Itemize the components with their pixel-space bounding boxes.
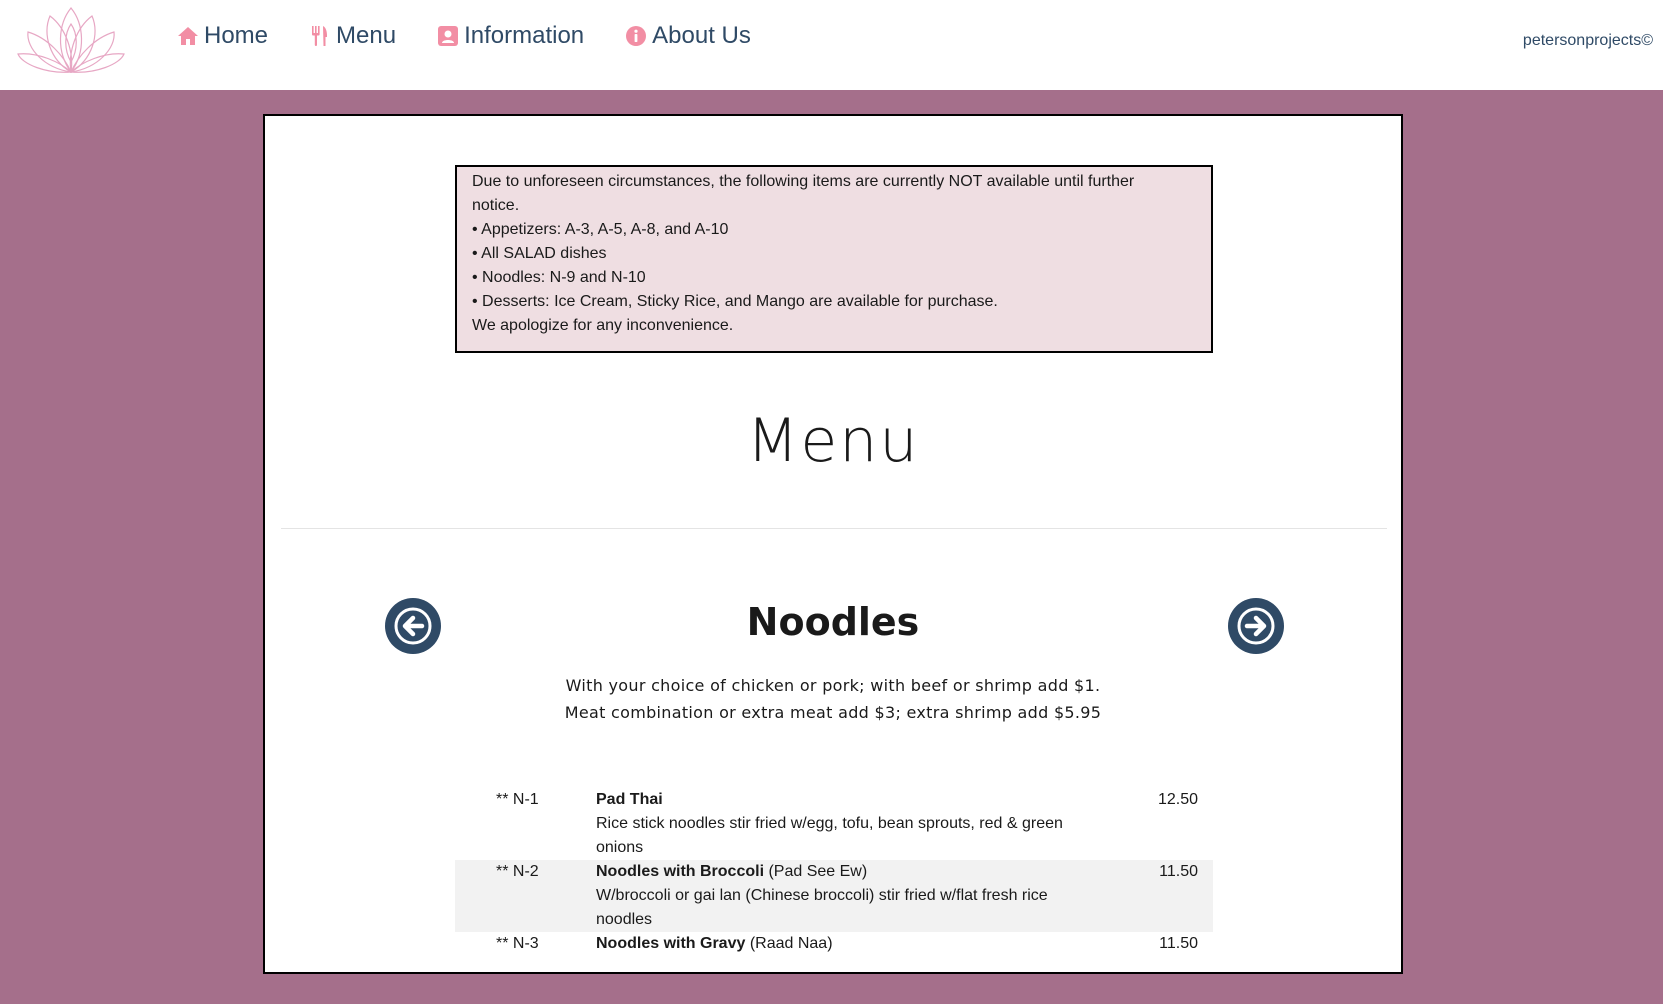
- item-body: Noodles with Gravy (Raad Naa): [596, 932, 1066, 956]
- notice-line: • Appetizers: A-3, A-5, A-8, and A-10: [472, 221, 729, 238]
- item-name: Noodles with Broccoli: [596, 863, 765, 880]
- contact-card-icon: [436, 24, 460, 48]
- item-price: 11.50: [1159, 863, 1198, 880]
- nav-home[interactable]: Home: [176, 22, 268, 50]
- nav-menu-label: Menu: [336, 22, 397, 49]
- item-alt-name: (Raad Naa): [749, 935, 833, 952]
- item-name: Pad Thai: [596, 791, 663, 808]
- brand-link[interactable]: petersonprojects©: [1523, 32, 1653, 50]
- item-body: Pad Thai Rice stick noodles stir fried w…: [596, 788, 1066, 860]
- nav-about[interactable]: About Us: [624, 22, 751, 50]
- fork-knife-icon: [308, 24, 332, 48]
- arrow-right-icon: [1237, 607, 1275, 645]
- top-navbar: Home Menu Information About Us petersonp…: [0, 0, 1663, 90]
- item-price: 11.50: [1159, 935, 1198, 952]
- content-panel: Due to unforeseen circumstances, the fol…: [263, 114, 1403, 974]
- item-description: Rice stick noodles stir fried w/egg, tof…: [596, 815, 1063, 856]
- main-nav: Home Menu Information About Us: [176, 22, 791, 50]
- item-code: ** N-2: [496, 863, 539, 880]
- nav-menu[interactable]: Menu: [308, 22, 396, 50]
- nav-information[interactable]: Information: [436, 22, 584, 50]
- notice-line: • Noodles: N-9 and N-10: [472, 269, 646, 286]
- section-desc-line: Meat combination or extra meat add $3; e…: [564, 703, 1102, 722]
- notice-line: • All SALAD dishes: [472, 245, 607, 262]
- list-item: ** N-2 Noodles with Broccoli (Pad See Ew…: [455, 860, 1213, 932]
- item-code: ** N-1: [496, 791, 539, 808]
- notice-line: Due to unforeseen circumstances, the fol…: [472, 173, 1135, 190]
- menu-item-list: ** N-1 Pad Thai Rice stick noodles stir …: [455, 788, 1213, 1004]
- item-body: Noodles with Broccoli (Pad See Ew) W/bro…: [596, 860, 1066, 932]
- notice-line: • Desserts: Ice Cream, Sticky Rice, and …: [472, 293, 998, 310]
- list-item: ** N-1 Pad Thai Rice stick noodles stir …: [455, 788, 1213, 860]
- item-price: 12.50: [1157, 791, 1198, 808]
- availability-notice: Due to unforeseen circumstances, the fol…: [455, 165, 1213, 353]
- home-icon: [176, 24, 200, 48]
- divider: [281, 528, 1387, 529]
- section-description: With your choice of chicken or pork; wit…: [265, 672, 1401, 726]
- section-desc-line: With your choice of chicken or pork; wit…: [565, 676, 1101, 695]
- nav-home-label: Home: [204, 22, 269, 49]
- nav-about-label: About Us: [652, 22, 751, 49]
- item-description: W/broccoli or gai lan (Chinese broccoli)…: [596, 887, 1048, 928]
- lotus-logo-icon[interactable]: [16, 2, 126, 80]
- next-section-button[interactable]: [1228, 598, 1284, 654]
- notice-line: We apologize for any inconvenience.: [472, 317, 734, 334]
- item-code: ** N-3: [496, 935, 539, 952]
- info-icon: [624, 24, 648, 48]
- list-item: ** N-3 Noodles with Gravy (Raad Naa) 11.…: [455, 932, 1213, 1004]
- item-name: Noodles with Gravy: [596, 935, 746, 952]
- nav-information-label: Information: [464, 22, 585, 49]
- item-alt-name: (Pad See Ew): [768, 863, 868, 880]
- page-title: Menu: [746, 406, 920, 476]
- notice-line: notice.: [472, 197, 520, 214]
